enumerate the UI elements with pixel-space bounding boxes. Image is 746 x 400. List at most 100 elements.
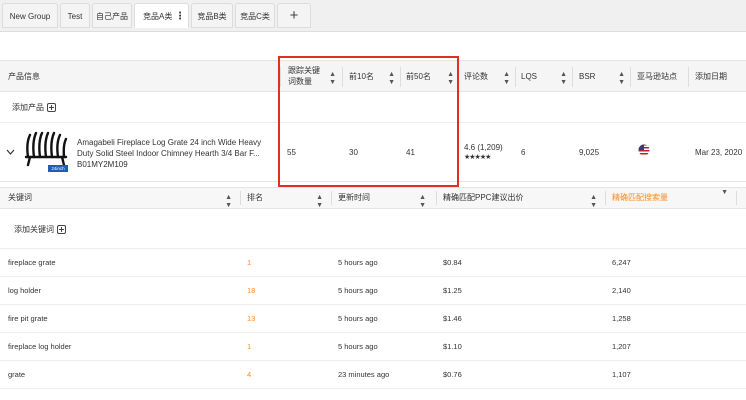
star-rating-icon: ★★★★★: [464, 154, 491, 161]
rank-cell[interactable]: 18: [247, 277, 255, 304]
updated-cell: 5 hours ago: [338, 314, 378, 323]
volume-cell: 1,258: [612, 314, 631, 323]
col-divider: [240, 191, 241, 205]
keyword-table-header: 关键词 ▲ ▼ 排名 ▲ ▼ 更新时间 ▲ ▼ 精确匹配PPC建议出价 ▲ ▼ 精确匹配…: [0, 187, 746, 209]
ppc-cell: $0.76: [443, 370, 462, 379]
col-site: 亚马逊站点: [637, 71, 677, 81]
us-flag-icon: [638, 144, 650, 156]
table-row[interactable]: log holder 18 5 hours ago $1.25 2,140: [0, 277, 746, 305]
tab-label: New Group: [9, 12, 51, 21]
sort-icon[interactable]: ▲ ▼: [419, 194, 426, 210]
updated-cell: 5 hours ago: [338, 258, 378, 267]
product-title-line: Duty Solid Steel Indoor Chimney Hearth 3…: [77, 149, 260, 158]
tab-new-group[interactable]: New Group: [2, 3, 58, 28]
sort-desc-icon[interactable]: ▼: [721, 189, 728, 197]
updated-cell: 5 hours ago: [338, 286, 378, 295]
plus-box-icon: [47, 103, 56, 112]
col-date-added: 添加日期: [695, 71, 727, 81]
product-thumbnail[interactable]: 24inch: [22, 129, 70, 175]
sort-icon[interactable]: ▲ ▼: [560, 71, 567, 87]
keyword-cell: grate: [8, 370, 26, 379]
tab-label: 竞品A类: [143, 12, 173, 21]
sort-icon[interactable]: ▲ ▼: [225, 194, 232, 210]
updated-cell: 5 hours ago: [338, 342, 378, 351]
rank-cell[interactable]: 4: [247, 361, 251, 388]
add-tab-button[interactable]: +: [277, 3, 311, 28]
col-divider: [630, 67, 631, 87]
sort-icon[interactable]: ▲ ▼: [503, 71, 510, 87]
volume-cell: 2,140: [612, 286, 631, 295]
sort-icon[interactable]: ▲ ▼: [590, 194, 597, 210]
tab-competitor-c[interactable]: 竞品C类: [235, 3, 275, 28]
lqs-value: 6: [521, 148, 526, 157]
ppc-cell: $1.10: [443, 342, 462, 351]
highlight-annotation-box: [278, 56, 459, 187]
col-reviews[interactable]: 评论数 ▲ ▼: [464, 61, 514, 91]
col-search-volume[interactable]: 精确匹配搜索量 ▼: [612, 188, 732, 208]
volume-cell: 1,207: [612, 342, 631, 351]
date-added-value: Mar 23, 2020: [695, 148, 743, 157]
plus-box-icon: [57, 225, 66, 234]
table-row[interactable]: fireplace log holder 1 5 hours ago $1.10…: [0, 333, 746, 361]
col-lqs[interactable]: LQS ▲ ▼: [521, 61, 571, 91]
product-title[interactable]: Amagabeli Fireplace Log Grate 24 inch Wi…: [77, 137, 261, 170]
col-divider: [605, 191, 606, 205]
ppc-cell: $0.84: [443, 258, 462, 267]
tab-label: Test: [67, 12, 83, 21]
tab-menu-icon[interactable]: ⋮: [175, 4, 185, 29]
sort-icon[interactable]: ▲ ▼: [316, 194, 323, 210]
bsr-value: 9,025: [579, 148, 600, 157]
ppc-cell: $1.46: [443, 314, 462, 323]
keyword-cell: log holder: [8, 286, 41, 295]
table-row[interactable]: grate 4 23 minutes ago $0.76 1,107: [0, 361, 746, 389]
header-label: 评论数: [464, 71, 488, 81]
rating-text: 4.6 (1,209): [464, 143, 503, 152]
volume-cell: 1,107: [612, 370, 631, 379]
updated-cell: 23 minutes ago: [338, 370, 390, 379]
header-label: 精确匹配搜索量: [612, 193, 668, 202]
header-label: 排名: [247, 193, 263, 202]
product-asin: B01MY2M109: [77, 160, 128, 169]
add-product-button[interactable]: 添加产品: [12, 102, 56, 113]
rank-cell[interactable]: 1: [247, 333, 251, 360]
table-row[interactable]: fireplace grate 1 5 hours ago $0.84 6,24…: [0, 249, 746, 277]
product-title-line: Amagabeli Fireplace Log Grate 24 inch Wi…: [77, 138, 262, 147]
tab-label: 自己产品: [96, 12, 128, 21]
col-rank[interactable]: 排名 ▲ ▼: [247, 188, 327, 210]
size-badge: 24inch: [48, 165, 68, 172]
rank-cell[interactable]: 1: [247, 249, 251, 276]
table-row[interactable]: fire pit grate 13 5 hours ago $1.46 1,25…: [0, 305, 746, 333]
tab-own-products[interactable]: 自己产品: [92, 3, 132, 28]
tab-competitor-b[interactable]: 竞品B类: [191, 3, 233, 28]
header-label: 关键词: [8, 193, 32, 202]
add-keyword-label: 添加关键词: [14, 225, 54, 234]
col-divider: [736, 191, 737, 205]
group-tab-bar: New Group Test 自己产品 竞品A类 ⋮ 竞品B类 竞品C类 +: [0, 0, 746, 32]
tab-label: 竞品C类: [240, 12, 270, 21]
header-label: 更新时间: [338, 193, 370, 202]
col-divider: [436, 191, 437, 205]
col-ppc-bid[interactable]: 精确匹配PPC建议出价 ▲ ▼: [443, 188, 601, 210]
col-divider: [515, 67, 516, 87]
fireplace-grate-image: [24, 131, 68, 167]
col-keyword[interactable]: 关键词 ▲ ▼: [8, 188, 236, 210]
col-product-info: 产品信息: [8, 71, 40, 81]
header-label: 精确匹配PPC建议出价: [443, 193, 524, 202]
col-updated[interactable]: 更新时间 ▲ ▼: [338, 188, 430, 210]
header-label: BSR: [579, 71, 596, 81]
chevron-down-icon[interactable]: [6, 149, 15, 155]
add-keyword-button[interactable]: 添加关键词: [14, 224, 66, 235]
sort-icon[interactable]: ▲ ▼: [618, 71, 625, 87]
tab-label: 竞品B类: [197, 12, 227, 21]
col-divider: [331, 191, 332, 205]
tab-test[interactable]: Test: [60, 3, 90, 28]
ppc-cell: $1.25: [443, 286, 462, 295]
col-bsr[interactable]: BSR ▲ ▼: [579, 61, 629, 91]
tab-competitor-a[interactable]: 竞品A类 ⋮: [134, 3, 189, 28]
volume-cell: 6,247: [612, 258, 631, 267]
col-divider: [688, 67, 689, 87]
header-label: LQS: [521, 71, 538, 81]
rank-cell[interactable]: 13: [247, 305, 255, 332]
rating-cell: 4.6 (1,209) ★★★★★: [464, 143, 503, 163]
keyword-cell: fireplace log holder: [8, 342, 72, 351]
